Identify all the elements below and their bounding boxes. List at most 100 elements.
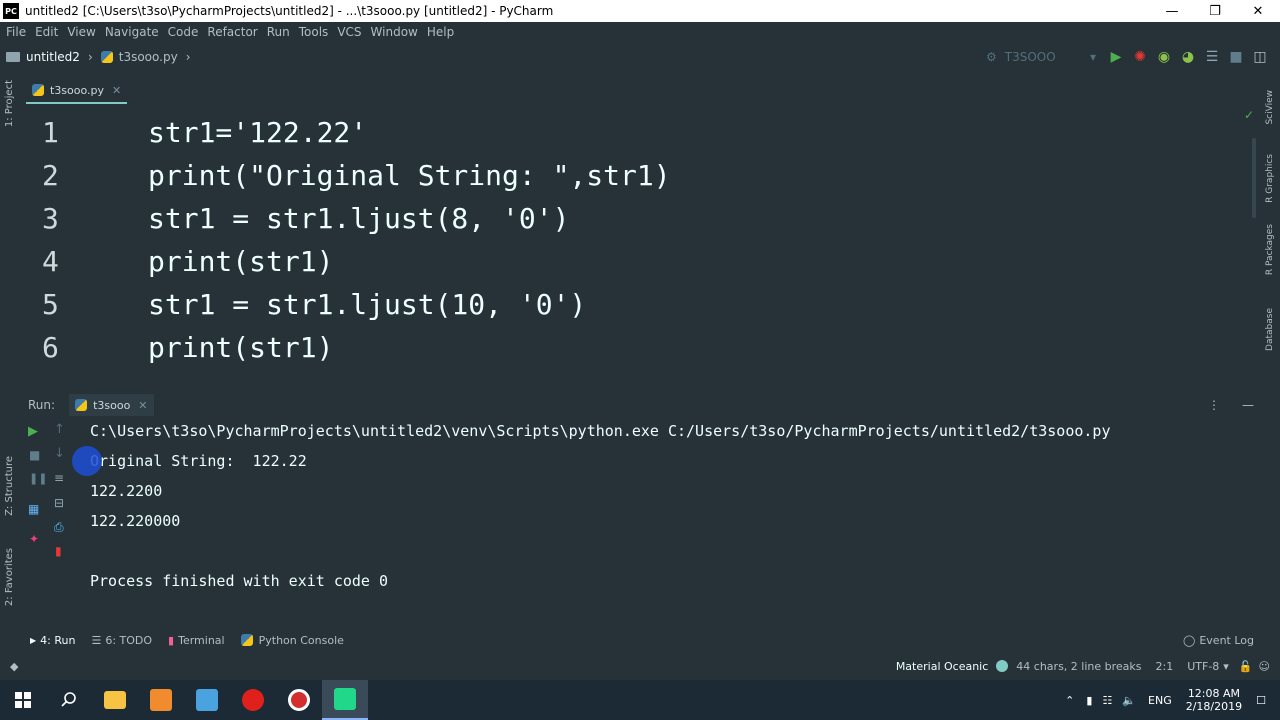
project-tool-button[interactable]: 1: Project	[4, 80, 15, 127]
maximize-button[interactable]: ❐	[1193, 0, 1237, 22]
close-tab-icon[interactable]: ✕	[138, 399, 147, 412]
stop-icon[interactable]: ■	[29, 448, 40, 462]
chevron-down-icon: ▾	[1089, 50, 1096, 64]
window-title: untitled2 [C:\Users\t3so\PycharmProjects…	[25, 4, 554, 18]
tab-todo[interactable]: ☰ 6: TODO	[91, 634, 152, 647]
run-output-panel[interactable]: ▶ ↑ ■ ↓ ❚❚ ≡ ▦ ⊟ ⎙ ✦ ▮ C:\Users\t3so\Pyc…	[20, 416, 1260, 628]
pin-icon[interactable]: ✦	[29, 532, 39, 546]
menu-refactor[interactable]: Refactor	[207, 25, 257, 39]
tab-terminal[interactable]: ▮ Terminal	[168, 634, 225, 647]
sublime-icon[interactable]	[138, 680, 184, 720]
app-icon[interactable]	[184, 680, 230, 720]
scroll-to-end-icon[interactable]: ⊟	[54, 496, 64, 510]
menu-vcs[interactable]: VCS	[337, 25, 361, 39]
settings-icon[interactable]: ⋮	[1208, 398, 1220, 412]
database-tool-button[interactable]: Database	[1265, 308, 1275, 351]
todo-icon: ☰	[91, 633, 102, 647]
soft-wrap-icon[interactable]: ≡	[54, 471, 64, 485]
rerun-icon[interactable]: ▶	[28, 424, 38, 439]
tab-event-log[interactable]: ◯ Event Log	[1183, 634, 1254, 647]
caret-position[interactable]: 2:1	[1156, 660, 1174, 673]
debug-icon[interactable]: ✺	[1128, 45, 1152, 69]
run-label: Run:	[28, 398, 56, 412]
profile-icon[interactable]: ◕	[1176, 45, 1200, 69]
menu-window[interactable]: Window	[371, 25, 418, 39]
menu-run[interactable]: Run	[267, 25, 290, 39]
editor-scrollbar[interactable]	[1252, 138, 1256, 218]
hide-panel-icon[interactable]: —	[1242, 398, 1254, 412]
notifications-icon[interactable]: ☐	[1256, 694, 1266, 707]
theme-label[interactable]: Material Oceanic	[896, 660, 988, 673]
search-icon[interactable]	[46, 680, 92, 720]
rgraphics-tool-button[interactable]: R Graphics	[1265, 154, 1275, 203]
rpackages-tool-button[interactable]: R Packages	[1265, 224, 1275, 275]
breadcrumb: untitled2 › t3sooo.py ›	[6, 50, 199, 64]
left-tool-strip: 1: Project Z: Structure 2: Favorites	[0, 72, 20, 632]
trash-icon[interactable]: ▮	[55, 544, 62, 558]
run-configuration-label: T3SOOO	[1004, 50, 1056, 64]
coverage-icon[interactable]: ◉	[1152, 45, 1176, 69]
python-file-icon	[100, 51, 113, 63]
close-tab-icon[interactable]: ✕	[112, 84, 121, 97]
language-indicator[interactable]: ENG	[1148, 694, 1172, 707]
file-encoding[interactable]: UTF-8	[1187, 660, 1219, 673]
run-panel-header: Run: t3sooo ✕ ⋮ —	[20, 394, 1260, 416]
file-explorer-icon[interactable]	[92, 680, 138, 720]
tab-python-console[interactable]: Python Console	[240, 634, 344, 647]
breadcrumb-project[interactable]: untitled2	[26, 50, 80, 64]
title-bar: PC untitled2 [C:\Users\t3so\PycharmProje…	[0, 0, 1280, 22]
code-editor[interactable]: 1 2 3 4 5 6 str1='122.22' print("Origina…	[20, 108, 1260, 370]
menu-tools[interactable]: Tools	[299, 25, 329, 39]
line-gutter: 1 2 3 4 5 6	[20, 108, 110, 370]
clock[interactable]: 12:08 AM 2/18/2019	[1186, 687, 1242, 713]
breadcrumb-file[interactable]: t3sooo.py	[119, 50, 178, 64]
tab-event-log-label: Event Log	[1199, 633, 1254, 647]
code-line: print(str1)	[148, 245, 334, 278]
output-line: 122.2200	[90, 482, 163, 500]
clock-time: 12:08 AM	[1187, 687, 1241, 700]
run-tab-t3sooo[interactable]: t3sooo ✕	[69, 394, 154, 416]
status-toggle-icon[interactable]: ◆	[10, 660, 18, 673]
terminal-icon: ▮	[168, 633, 175, 647]
up-arrow-icon[interactable]: ↑	[54, 422, 65, 437]
inspector-icon[interactable]: ☺	[1259, 660, 1270, 673]
menu-navigate[interactable]: Navigate	[105, 25, 159, 39]
stop-icon[interactable]: ■	[1224, 45, 1248, 69]
lock-icon[interactable]: 🔓	[1239, 660, 1253, 673]
run-icon[interactable]: ▶	[1104, 45, 1128, 69]
line-number: 5	[42, 288, 59, 321]
network-icon[interactable]: ☷	[1102, 694, 1112, 707]
code-line: str1='122.22'	[148, 116, 368, 149]
menu-view[interactable]: View	[67, 25, 95, 39]
structure-tool-button[interactable]: Z: Structure	[4, 456, 15, 516]
print-icon[interactable]: ⎙	[54, 520, 64, 535]
pause-icon[interactable]: ❚❚	[29, 472, 47, 485]
windows-start-icon[interactable]	[0, 680, 46, 720]
run-configuration-select[interactable]: ⚙ T3SOOO ▾	[986, 46, 1096, 68]
tab-run[interactable]: ▶ 4: Run	[30, 634, 75, 647]
tab-t3sooo[interactable]: t3sooo.py ✕	[26, 78, 128, 104]
search-everywhere-icon[interactable]: ◫	[1248, 45, 1272, 69]
menu-help[interactable]: Help	[427, 25, 454, 39]
chevron-down-icon: ▾	[1223, 659, 1229, 673]
volume-icon[interactable]: 🔈	[1122, 694, 1136, 707]
recorder-icon[interactable]	[276, 680, 322, 720]
menu-edit[interactable]: Edit	[35, 25, 58, 39]
down-arrow-icon[interactable]: ↓	[54, 446, 65, 461]
menu-file[interactable]: File	[6, 25, 26, 39]
code-line: str1 = str1.ljust(8, '0')	[148, 202, 570, 235]
menu-code[interactable]: Code	[168, 25, 199, 39]
folder-icon	[6, 52, 20, 62]
battery-icon[interactable]: ▮	[1086, 694, 1092, 707]
pycharm-taskbar-icon[interactable]	[322, 680, 368, 720]
minimize-button[interactable]: —	[1150, 0, 1194, 22]
sciview-tool-button[interactable]: SciView	[1265, 90, 1275, 125]
chevron-up-icon[interactable]: ⌃	[1065, 694, 1074, 707]
close-button[interactable]: ✕	[1236, 0, 1280, 22]
opera-icon[interactable]	[230, 680, 276, 720]
layout-icon[interactable]: ▦	[28, 502, 39, 516]
menu-bar: File Edit View Navigate Code Refactor Ru…	[0, 22, 1280, 42]
right-tool-strip: SciView R Graphics R Packages Database	[1260, 72, 1280, 632]
favorites-tool-button[interactable]: 2: Favorites	[4, 548, 15, 606]
concurrency-icon[interactable]: ☰	[1200, 45, 1224, 69]
